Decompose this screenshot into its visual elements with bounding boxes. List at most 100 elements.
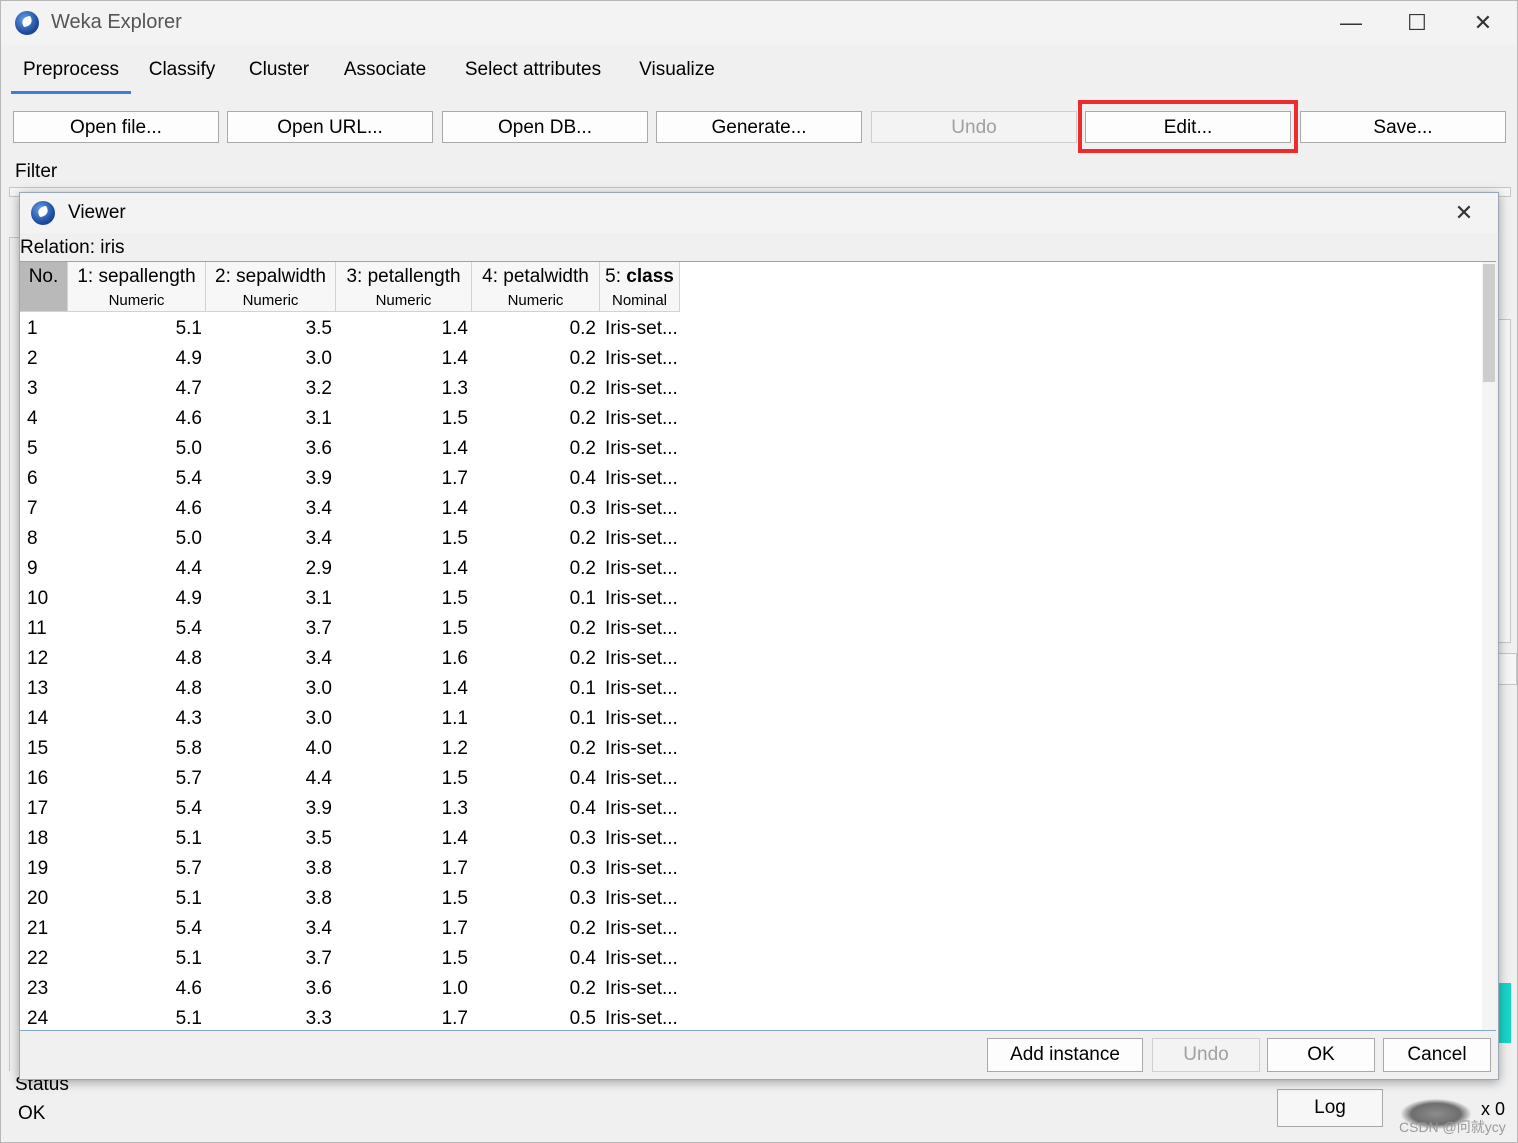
cell-sepalwidth[interactable]: 3.0 [206, 344, 332, 374]
cell-sepallength[interactable]: 4.6 [68, 494, 202, 524]
cell-sepallength[interactable]: 4.8 [68, 674, 202, 704]
cell-sepallength[interactable]: 5.8 [68, 734, 202, 764]
tab-classify[interactable]: Classify [139, 49, 225, 91]
cell-no[interactable]: 3 [27, 374, 67, 404]
scrollbar-thumb[interactable] [1483, 264, 1495, 382]
cell-class[interactable]: Iris-set... [605, 764, 685, 794]
cell-sepallength[interactable]: 5.7 [68, 854, 202, 884]
cell-class[interactable]: Iris-set... [605, 824, 685, 854]
cell-sepallength[interactable]: 5.4 [68, 794, 202, 824]
cell-petalwidth[interactable]: 0.1 [472, 584, 596, 614]
cell-petallength[interactable]: 1.4 [336, 554, 468, 584]
cell-sepalwidth[interactable]: 3.8 [206, 884, 332, 914]
save-button[interactable]: Save... [1300, 111, 1506, 143]
cell-sepalwidth[interactable]: 3.4 [206, 494, 332, 524]
column-header-sepalwidth[interactable]: 2: sepalwidth Numeric [206, 262, 336, 312]
cell-petalwidth[interactable]: 0.2 [472, 374, 596, 404]
cell-petalwidth[interactable]: 0.3 [472, 854, 596, 884]
cell-no[interactable]: 2 [27, 344, 67, 374]
cell-petalwidth[interactable]: 0.2 [472, 554, 596, 584]
minimize-button[interactable]: — [1331, 9, 1371, 37]
add-instance-button[interactable]: Add instance [987, 1038, 1143, 1072]
cell-sepalwidth[interactable]: 3.5 [206, 314, 332, 344]
cell-class[interactable]: Iris-set... [605, 554, 685, 584]
cell-petallength[interactable]: 1.3 [336, 374, 468, 404]
tab-visualize[interactable]: Visualize [629, 49, 725, 91]
cell-class[interactable]: Iris-set... [605, 374, 685, 404]
cell-sepallength[interactable]: 4.3 [68, 704, 202, 734]
cell-class[interactable]: Iris-set... [605, 884, 685, 914]
maximize-button[interactable]: ☐ [1397, 9, 1437, 37]
cell-sepalwidth[interactable]: 3.9 [206, 464, 332, 494]
cell-class[interactable]: Iris-set... [605, 404, 685, 434]
cell-petallength[interactable]: 1.1 [336, 704, 468, 734]
cell-petallength[interactable]: 1.0 [336, 974, 468, 1004]
cell-petallength[interactable]: 1.7 [336, 854, 468, 884]
cell-no[interactable]: 23 [27, 974, 67, 1004]
cell-no[interactable]: 13 [27, 674, 67, 704]
cell-petallength[interactable]: 1.5 [336, 524, 468, 554]
cell-petalwidth[interactable]: 0.2 [472, 404, 596, 434]
column-header-sepallength[interactable]: 1: sepallength Numeric [68, 262, 206, 312]
cell-no[interactable]: 6 [27, 464, 67, 494]
cell-petalwidth[interactable]: 0.2 [472, 914, 596, 944]
cell-no[interactable]: 10 [27, 584, 67, 614]
cell-sepalwidth[interactable]: 3.4 [206, 524, 332, 554]
cell-class[interactable]: Iris-set... [605, 494, 685, 524]
cell-no[interactable]: 12 [27, 644, 67, 674]
cell-sepallength[interactable]: 5.0 [68, 434, 202, 464]
cell-petalwidth[interactable]: 0.4 [472, 464, 596, 494]
cell-petalwidth[interactable]: 0.2 [472, 644, 596, 674]
cell-petallength[interactable]: 1.5 [336, 404, 468, 434]
cell-no[interactable]: 16 [27, 764, 67, 794]
cell-sepallength[interactable]: 5.4 [68, 914, 202, 944]
close-button[interactable]: ✕ [1463, 9, 1503, 37]
cell-no[interactable]: 1 [27, 314, 67, 344]
tab-associate[interactable]: Associate [335, 49, 435, 91]
cell-no[interactable]: 7 [27, 494, 67, 524]
cell-no[interactable]: 18 [27, 824, 67, 854]
cell-petalwidth[interactable]: 0.4 [472, 764, 596, 794]
cell-petallength[interactable]: 1.2 [336, 734, 468, 764]
column-header-petallength[interactable]: 3: petallength Numeric [336, 262, 472, 312]
cell-sepalwidth[interactable]: 3.6 [206, 974, 332, 1004]
cell-petalwidth[interactable]: 0.2 [472, 614, 596, 644]
cell-no[interactable]: 24 [27, 1004, 67, 1030]
cell-petallength[interactable]: 1.4 [336, 344, 468, 374]
cell-petalwidth[interactable]: 0.3 [472, 824, 596, 854]
log-button[interactable]: Log [1277, 1089, 1383, 1127]
cell-sepallength[interactable]: 5.1 [68, 314, 202, 344]
cell-sepalwidth[interactable]: 3.9 [206, 794, 332, 824]
cell-class[interactable]: Iris-set... [605, 344, 685, 374]
viewer-undo-button[interactable]: Undo [1152, 1038, 1260, 1072]
cell-class[interactable]: Iris-set... [605, 434, 685, 464]
ok-button[interactable]: OK [1267, 1038, 1375, 1072]
cell-class[interactable]: Iris-set... [605, 614, 685, 644]
column-header-class[interactable]: 5: class Nominal [600, 262, 680, 312]
cell-no[interactable]: 21 [27, 914, 67, 944]
cell-class[interactable]: Iris-set... [605, 794, 685, 824]
generate-button[interactable]: Generate... [656, 111, 862, 143]
cell-sepalwidth[interactable]: 3.1 [206, 584, 332, 614]
undo-button[interactable]: Undo [871, 111, 1077, 143]
cell-sepalwidth[interactable]: 3.4 [206, 914, 332, 944]
cell-petalwidth[interactable]: 0.2 [472, 314, 596, 344]
cell-no[interactable]: 9 [27, 554, 67, 584]
cell-petallength[interactable]: 1.4 [336, 434, 468, 464]
cell-sepalwidth[interactable]: 3.0 [206, 674, 332, 704]
cell-sepalwidth[interactable]: 3.0 [206, 704, 332, 734]
cell-sepalwidth[interactable]: 3.7 [206, 944, 332, 974]
cell-petallength[interactable]: 1.7 [336, 914, 468, 944]
cell-no[interactable]: 5 [27, 434, 67, 464]
tab-preprocess[interactable]: Preprocess [11, 49, 131, 94]
cell-petalwidth[interactable]: 0.2 [472, 974, 596, 1004]
tab-select-attributes[interactable]: Select attributes [453, 49, 613, 91]
tab-cluster[interactable]: Cluster [239, 49, 319, 91]
cell-petalwidth[interactable]: 0.5 [472, 1004, 596, 1030]
cell-sepallength[interactable]: 5.1 [68, 824, 202, 854]
cell-petalwidth[interactable]: 0.4 [472, 944, 596, 974]
cell-petalwidth[interactable]: 0.2 [472, 734, 596, 764]
cell-sepalwidth[interactable]: 3.7 [206, 614, 332, 644]
cell-petalwidth[interactable]: 0.3 [472, 494, 596, 524]
cell-sepallength[interactable]: 5.7 [68, 764, 202, 794]
